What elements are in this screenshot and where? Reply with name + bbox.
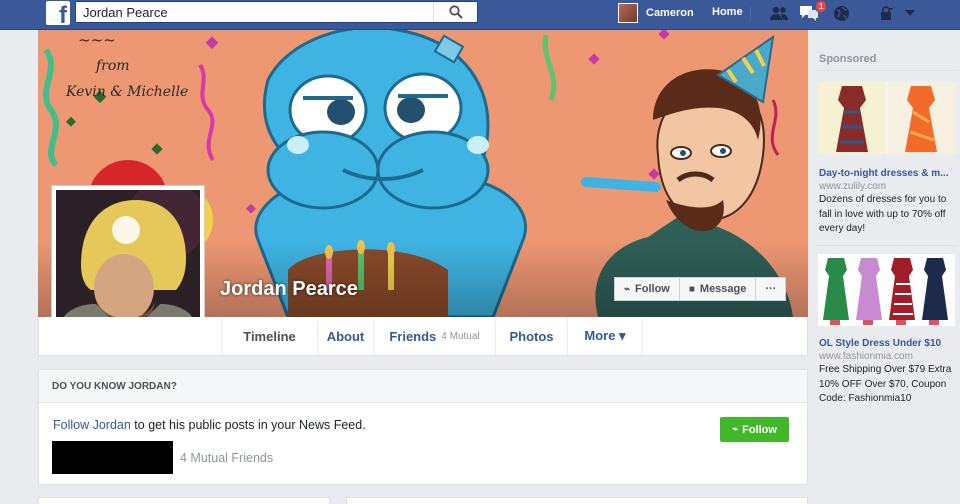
more-options-button[interactable]: ··· (756, 277, 787, 301)
ad-1-domain[interactable]: www.zulily.com (819, 181, 886, 192)
search-button[interactable] (433, 2, 477, 22)
profile-picture[interactable] (51, 185, 205, 339)
ad-1-title[interactable]: Day-to-night dresses & m... (819, 168, 957, 179)
message-button[interactable]: ■ Message (679, 277, 757, 301)
profile-picture-image (56, 190, 200, 334)
nav-profile-link[interactable]: Cameron (618, 2, 694, 24)
ad-1-description: Dozens of dresses for you to fall in lov… (819, 194, 947, 234)
follow-green-button[interactable]: ⌁ Follow (720, 417, 789, 442)
notification-badge: 1 (815, 0, 828, 13)
avatar (618, 3, 638, 23)
mutual-friends-link[interactable]: 4 Mutual Friends (180, 451, 273, 465)
follow-button[interactable]: ⌁ Follow (614, 277, 680, 301)
friend-requests-icon[interactable] (768, 4, 790, 22)
ad-2-domain[interactable]: www.fashionmia.com (819, 351, 913, 362)
rss-icon: ⌁ (732, 424, 739, 435)
cover-text-from: from (95, 58, 130, 74)
profile-name[interactable]: Jordan Pearce (220, 278, 358, 301)
profile-tabs: Timeline About Friends 4 Mutual Photos Mo… (38, 317, 808, 356)
ad-2-title[interactable]: OL Style Dress Under $10 (819, 338, 957, 349)
privacy-lock-icon[interactable] (877, 4, 895, 22)
sponsored-divider (817, 70, 955, 71)
tab-timeline-label: Timeline (243, 328, 296, 344)
follow-green-button-label: Follow (742, 423, 777, 436)
cover-text-names: Kevin & Michelle (65, 84, 188, 100)
follow-button-label: Follow (635, 283, 670, 295)
sponsored-heading: Sponsored (819, 53, 877, 65)
follow-prompt-text: to get his public posts in your News Fee… (130, 418, 366, 432)
facebook-logo-icon[interactable]: f (46, 1, 70, 28)
tab-about[interactable]: About (317, 317, 373, 355)
bottom-card-right (346, 497, 808, 504)
tab-photos[interactable]: Photos (495, 317, 567, 355)
do-you-know-heading: DO YOU KNOW JORDAN? (39, 370, 807, 403)
nav-home-link[interactable]: Home (712, 6, 743, 18)
ad-image-dresses[interactable] (818, 82, 955, 154)
top-navigation-bar: f Cameron Home 1 (0, 0, 960, 30)
rss-icon: ⌁ (624, 283, 631, 295)
tab-more[interactable]: More ▾ (567, 317, 643, 355)
globe-notifications-icon[interactable] (830, 4, 852, 22)
svg-text:~~~: ~~~ (78, 31, 116, 49)
account-dropdown-chevron-down-icon[interactable] (900, 4, 920, 22)
more-options-label: ··· (765, 283, 777, 295)
search-box (75, 1, 478, 23)
follow-prompt: Follow Jordan to get his public posts in… (53, 418, 366, 432)
tab-friends-label: Friends (389, 328, 437, 344)
follow-jordan-link[interactable]: Follow Jordan (53, 418, 131, 432)
cover-actions: ⌁ Follow ■ Message ··· (614, 277, 787, 301)
tab-photos-label: Photos (509, 328, 554, 344)
do-you-know-card: DO YOU KNOW JORDAN? Follow Jordan to get… (38, 369, 808, 485)
nav-divider (750, 7, 751, 21)
ad-image-ol-dresses[interactable] (818, 254, 955, 326)
message-icon: ■ (688, 283, 695, 295)
search-icon (448, 5, 463, 19)
tab-friends[interactable]: Friends 4 Mutual (373, 317, 495, 355)
sponsored-divider (817, 245, 955, 246)
tab-timeline[interactable]: Timeline (221, 317, 317, 355)
message-button-label: Message (699, 283, 747, 295)
tab-about-label: About (326, 328, 365, 344)
ad-2-description: Free Shipping Over $79 Extra 10% OFF Ove… (819, 364, 952, 404)
tab-friends-mutual-count: 4 Mutual (441, 330, 480, 342)
bottom-card-left (38, 497, 330, 504)
nav-profile-name: Cameron (646, 7, 694, 19)
redacted-block (52, 441, 173, 474)
tab-more-label: More ▾ (584, 328, 626, 343)
search-input[interactable] (76, 2, 426, 22)
